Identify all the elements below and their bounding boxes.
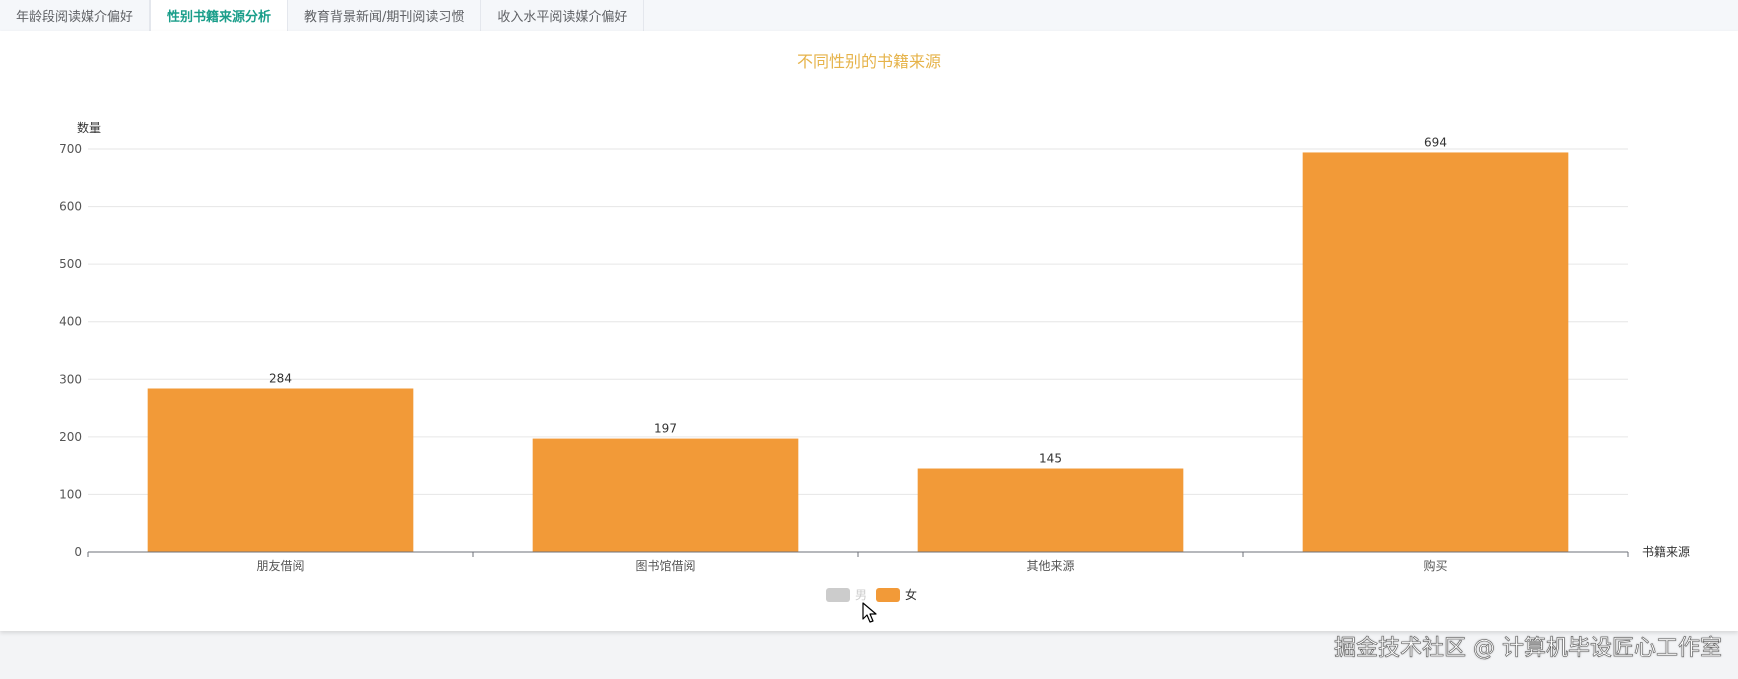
y-tick-label: 400	[59, 315, 82, 329]
bar[interactable]	[147, 388, 414, 552]
x-tick-label: 朋友借阅	[256, 559, 304, 573]
bar[interactable]	[532, 438, 799, 552]
legend-item[interactable]: 女	[876, 587, 917, 602]
bars	[147, 152, 1569, 552]
y-axis-ticks: 0 100 200 300 400 500 600 700	[59, 142, 82, 559]
legend-item[interactable]: 男	[826, 588, 867, 602]
y-tick-label: 300	[59, 372, 82, 386]
legend-label: 女	[905, 587, 917, 602]
bar-value-label: 197	[654, 422, 677, 436]
legend: 男女	[826, 587, 917, 602]
y-tick-label: 700	[59, 142, 82, 156]
mouse-pointer-icon	[862, 602, 877, 623]
data-labels: 284 197 145 694	[269, 135, 1447, 465]
bar-value-label: 284	[269, 371, 292, 385]
bar-value-label: 694	[1424, 135, 1447, 149]
y-tick-label: 600	[59, 200, 82, 214]
x-axis: 朋友借阅 图书馆借阅 其他来源 购买	[87, 551, 1629, 573]
bar-value-label: 145	[1039, 452, 1062, 466]
x-tick-label: 购买	[1423, 558, 1447, 573]
bar[interactable]	[917, 468, 1184, 552]
bar-chart: 0 100 200 300 400 500 600 700 284 197 145 694 朋友借阅…	[59, 120, 1690, 602]
x-axis-label: 书籍来源	[1642, 544, 1690, 559]
x-tick-label: 图书馆借阅	[635, 558, 695, 573]
y-axis-label: 数量	[77, 120, 101, 135]
y-tick-label: 0	[74, 545, 82, 559]
legend-swatch	[876, 588, 900, 602]
y-tick-label: 100	[59, 487, 82, 501]
watermark: 掘金技术社区 @ 计算机毕设匠心工作室	[1334, 636, 1723, 662]
x-tick-label: 其他来源	[1026, 559, 1074, 573]
legend-label: 男	[855, 588, 867, 602]
legend-swatch	[826, 588, 850, 602]
bar[interactable]	[1302, 152, 1569, 552]
y-tick-label: 200	[59, 430, 82, 444]
y-tick-label: 500	[59, 257, 82, 271]
